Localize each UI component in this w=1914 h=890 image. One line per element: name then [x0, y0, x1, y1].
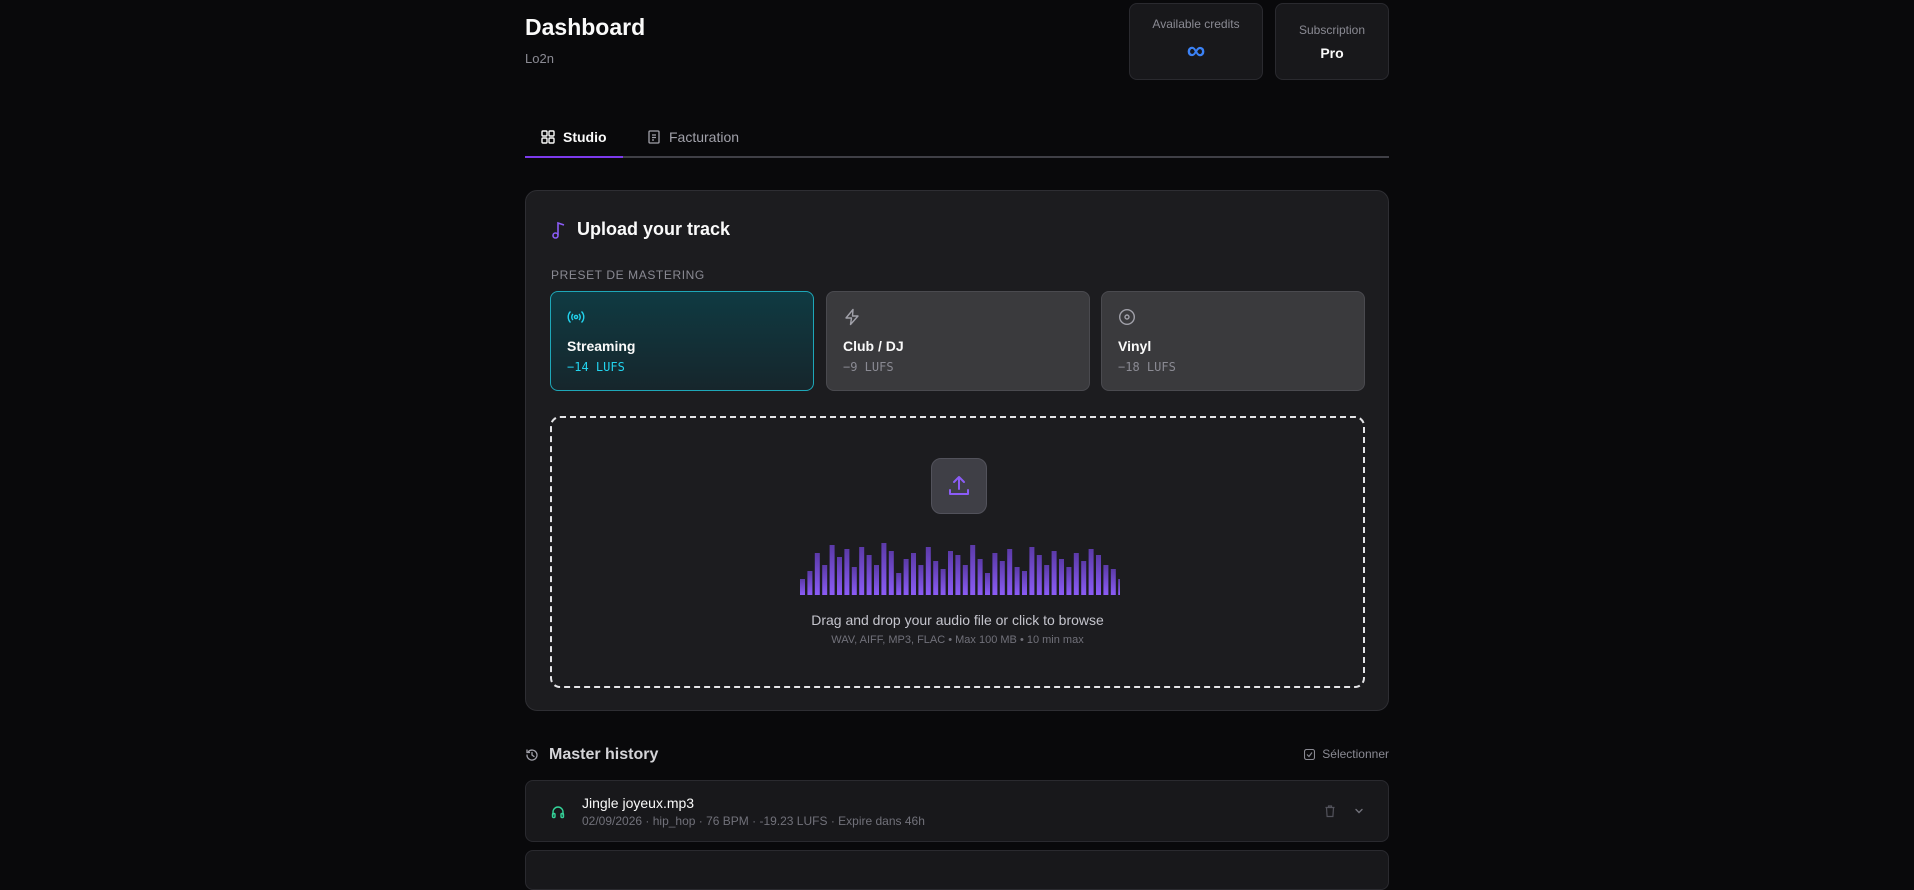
dropzone-text: Drag and drop your audio file or click t… — [811, 612, 1104, 628]
chevron-down-icon[interactable] — [1352, 804, 1366, 818]
history-row[interactable]: Jingle joyeux.mp3 02/09/2026 · hip_hop ·… — [525, 780, 1389, 842]
waveform-bar — [800, 579, 805, 595]
waveform-bar — [903, 559, 909, 595]
music-note-icon — [552, 221, 565, 239]
waveform-bar — [1118, 579, 1120, 595]
waveform-bar — [837, 557, 842, 595]
credits-value: ∞ — [1186, 35, 1206, 65]
waveform-bar — [940, 569, 946, 595]
waveform-bar — [1059, 559, 1064, 595]
tab-studio-label: Studio — [563, 129, 607, 145]
preset-lufs: −9 LUFS — [843, 360, 894, 374]
waveform-bar — [970, 545, 976, 595]
waveform-bar — [1081, 561, 1087, 595]
tab-facturation-label: Facturation — [669, 129, 740, 145]
broadcast-icon — [567, 311, 585, 323]
dashboard-container: Dashboard Lo2n Available credits ∞ Subsc… — [525, 0, 1389, 890]
waveform-bar — [1073, 553, 1079, 595]
waveform-bar — [1051, 551, 1057, 595]
history-title: Master history — [525, 746, 658, 764]
waveform-bar — [1036, 555, 1042, 595]
waveform-bar — [1029, 547, 1035, 595]
waveform-bar — [1014, 567, 1020, 595]
waveform-bar — [896, 573, 902, 595]
tab-bar: Studio Facturation — [525, 116, 1389, 158]
lightning-icon — [845, 308, 859, 326]
history-item-name: Jingle joyeux.mp3 — [582, 795, 695, 811]
upload-icon — [949, 476, 969, 495]
waveform-bar — [829, 545, 835, 595]
upload-button[interactable] — [931, 458, 987, 514]
subscription-label: Subscription — [1298, 23, 1366, 37]
waveform-bar — [999, 561, 1005, 595]
preset-name: Club / DJ — [843, 338, 904, 354]
preset-streaming[interactable]: Streaming −14 LUFS — [550, 291, 814, 391]
tab-facturation[interactable]: Facturation — [647, 116, 739, 158]
waveform-bar — [911, 553, 916, 595]
waveform-bar — [962, 565, 968, 595]
waveform-bar — [933, 561, 939, 595]
waveform-bar — [918, 565, 924, 595]
select-label: Sélectionner — [1322, 747, 1389, 761]
waveform-bar — [1022, 571, 1027, 595]
trash-icon[interactable] — [1323, 804, 1337, 818]
file-dropzone[interactable]: Drag and drop your audio file or click t… — [550, 416, 1365, 688]
waveform-bar — [1007, 549, 1013, 595]
waveform-bar — [888, 551, 894, 595]
tab-studio[interactable]: Studio — [541, 116, 607, 158]
preset-lufs: −18 LUFS — [1118, 360, 1176, 374]
waveform-bar — [822, 565, 828, 595]
waveform-bar — [925, 547, 931, 595]
history-row[interactable] — [525, 850, 1389, 890]
waveform-bar — [1088, 549, 1094, 595]
disc-icon — [1118, 308, 1136, 326]
waveform-visual — [800, 543, 1120, 595]
waveform-bar — [985, 573, 990, 595]
waveform-bar — [874, 565, 879, 595]
waveform-bar — [859, 547, 865, 595]
select-button[interactable]: Sélectionner — [1304, 747, 1389, 761]
waveform-bar — [844, 549, 850, 595]
waveform-bar — [1110, 569, 1116, 595]
subscription-card: Subscription Pro — [1275, 3, 1389, 80]
waveform-bar — [955, 555, 961, 595]
receipt-icon — [648, 130, 660, 144]
waveform-bar — [977, 559, 983, 595]
upload-title: Upload your track — [551, 219, 730, 240]
preset-name: Streaming — [567, 338, 636, 354]
upload-card: Upload your track PRESET DE MASTERING St… — [525, 190, 1389, 711]
waveform-bar — [1066, 567, 1072, 595]
headphones-icon — [551, 806, 565, 819]
waveform-bar — [814, 553, 820, 595]
waveform-bar — [1044, 565, 1050, 595]
preset-vinyl[interactable]: Vinyl −18 LUFS — [1101, 291, 1365, 391]
dropzone-hint: WAV, AIFF, MP3, FLAC • Max 100 MB • 10 m… — [831, 634, 1084, 646]
upload-title-text: Upload your track — [577, 219, 731, 239]
waveform-bar — [1103, 565, 1109, 595]
waveform-bar — [948, 551, 953, 595]
grid-icon — [541, 130, 555, 144]
waveform-bar — [1096, 555, 1101, 595]
waveform-bar — [866, 555, 872, 595]
waveform-bar — [851, 567, 857, 595]
page-title: Dashboard — [525, 14, 646, 40]
preset-name: Vinyl — [1118, 338, 1152, 354]
waveform-bar — [992, 553, 998, 595]
preset-label: PRESET DE MASTERING — [551, 268, 705, 282]
credits-card: Available credits ∞ — [1129, 3, 1263, 80]
active-tab-indicator — [525, 156, 623, 158]
waveform-bar — [881, 543, 887, 595]
history-icon — [526, 749, 538, 761]
username: Lo2n — [525, 51, 554, 66]
preset-club-dj[interactable]: Club / DJ −9 LUFS — [826, 291, 1090, 391]
preset-lufs: −14 LUFS — [567, 360, 625, 374]
history-title-text: Master history — [549, 746, 659, 763]
credits-label: Available credits — [1152, 17, 1240, 31]
history-item-meta: 02/09/2026 · hip_hop · 76 BPM · -19.23 L… — [582, 814, 925, 828]
waveform-bar — [807, 571, 813, 595]
subscription-value: Pro — [1320, 45, 1344, 61]
checkbox-icon — [1304, 748, 1316, 760]
